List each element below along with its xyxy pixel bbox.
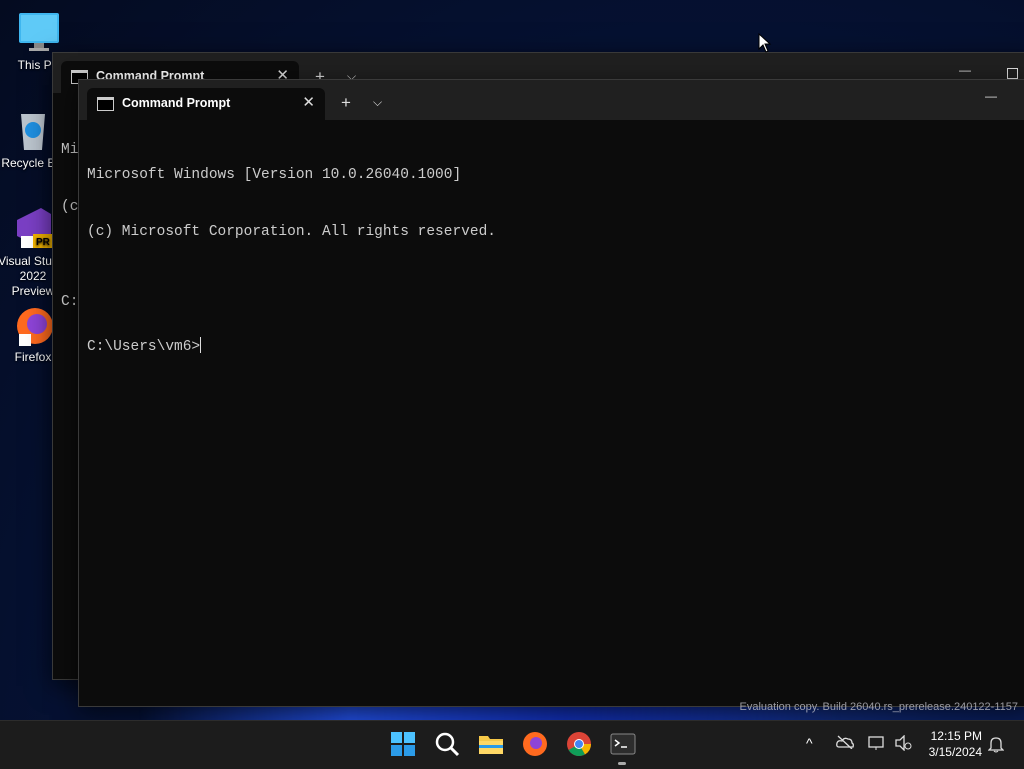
close-tab-icon[interactable]: ✕ <box>302 93 315 111</box>
taskbar: ^ 12:15 PM 3/15/2024 <box>0 720 1024 769</box>
evaluation-watermark: Evaluation copy. Build 26040.rs_prerelea… <box>739 701 1018 713</box>
new-tab-button[interactable]: + <box>341 93 351 113</box>
monitor-icon <box>17 10 61 54</box>
minimize-button[interactable]: — <box>985 89 997 103</box>
onedrive-icon[interactable] <box>836 735 854 752</box>
terminal-icon[interactable] <box>610 731 636 757</box>
search-icon[interactable] <box>434 731 460 757</box>
network-icon[interactable] <box>868 735 886 754</box>
firefox-icon[interactable] <box>522 731 548 757</box>
mouse-pointer-icon <box>758 33 772 53</box>
recycle-bin-icon <box>11 108 55 152</box>
cmd-icon <box>97 97 114 111</box>
text-cursor <box>200 337 202 353</box>
tab-command-prompt[interactable]: Command Prompt ✕ <box>87 88 325 120</box>
system-clock[interactable]: 12:15 PM 3/15/2024 <box>929 728 982 760</box>
volume-muted-icon[interactable] <box>894 734 912 754</box>
console-line: ​ <box>87 280 496 299</box>
notification-bell-icon[interactable] <box>987 735 1005 756</box>
chrome-icon[interactable] <box>566 731 592 757</box>
firefox-icon <box>11 302 55 346</box>
dropdown-button[interactable]: ⌵ <box>373 95 382 110</box>
visual-studio-icon: PR <box>11 206 55 250</box>
console-output[interactable]: Microsoft Windows [Version 10.0.26040.10… <box>87 128 496 395</box>
svg-text:PR: PR <box>36 237 51 248</box>
console-line: (c) Microsoft Corporation. All rights re… <box>87 224 496 240</box>
minimize-button[interactable]: — <box>959 63 971 77</box>
console-line: Microsoft Windows [Version 10.0.26040.10… <box>87 167 462 183</box>
maximize-button[interactable] <box>1007 68 1018 79</box>
file-explorer-icon[interactable] <box>478 731 504 757</box>
prompt-line[interactable]: C:\Users\vm6> <box>87 337 496 357</box>
tab-title: Command Prompt <box>122 96 231 110</box>
clock-time: 12:15 PM <box>930 729 982 743</box>
active-app-indicator <box>618 762 626 765</box>
prompt-text: C:\Users\vm6> <box>87 339 201 355</box>
start-icon[interactable] <box>390 731 416 757</box>
title-bar[interactable]: Command Prompt ✕ + ⌵ — <box>79 80 1024 120</box>
clock-date: 3/15/2024 <box>928 745 982 759</box>
command-prompt-window[interactable]: Command Prompt ✕ + ⌵ — Microsoft Windows… <box>78 79 1024 707</box>
show-hidden-icons-button[interactable]: ^ <box>806 735 813 751</box>
